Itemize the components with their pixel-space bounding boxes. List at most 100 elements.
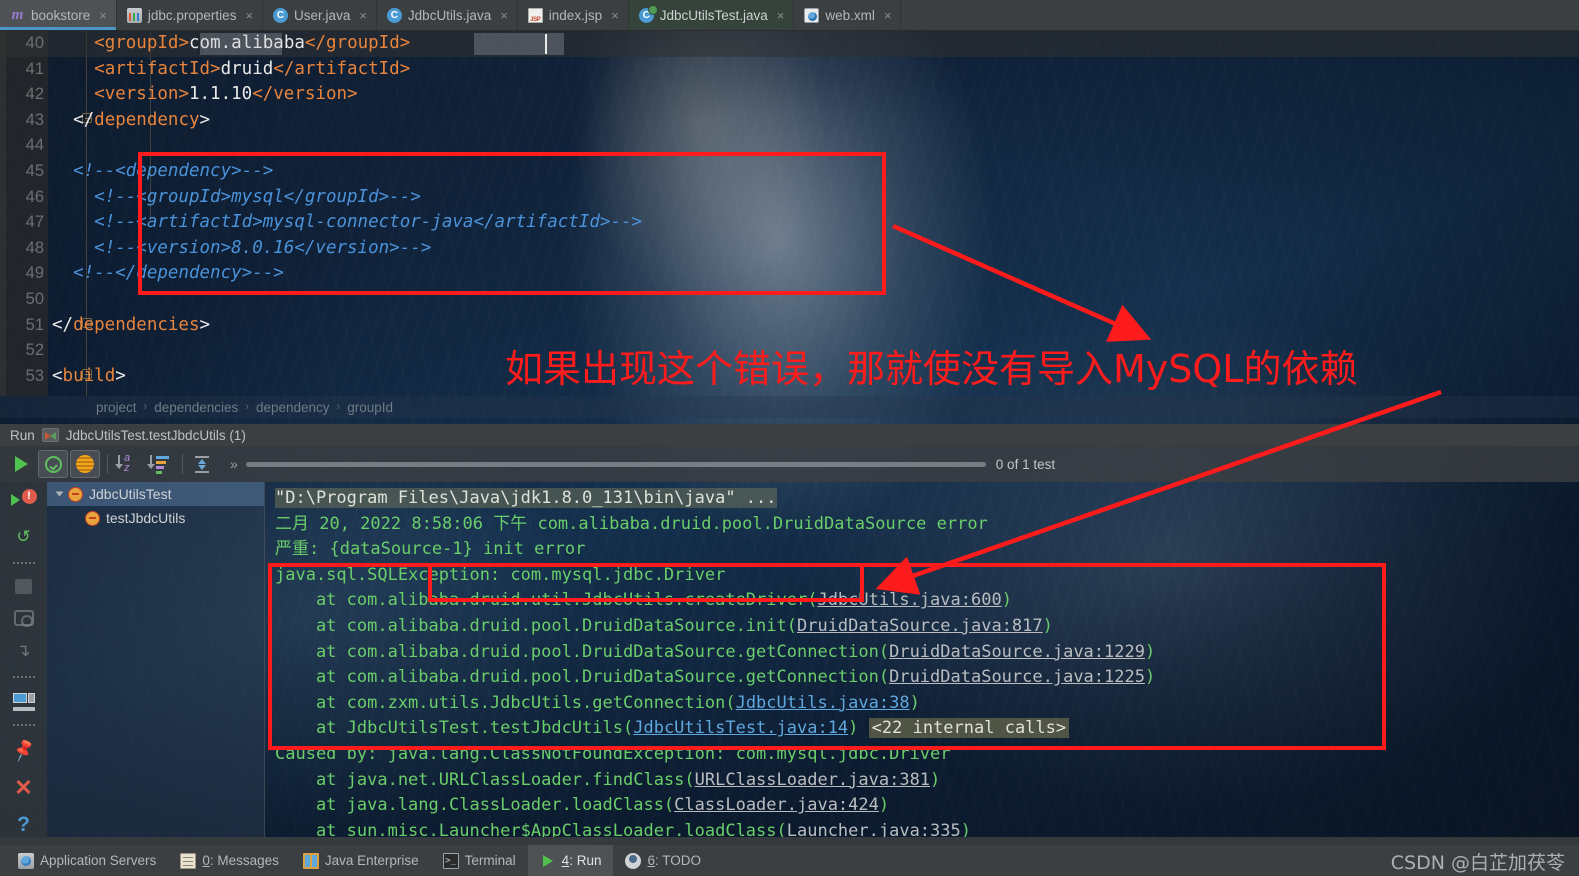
terminal-icon: >_ bbox=[442, 852, 459, 869]
show-passed-toggle[interactable] bbox=[38, 450, 68, 478]
toggle-auto-test-icon[interactable]: ↺ bbox=[11, 525, 37, 549]
more-toolbar-actions-icon[interactable]: » bbox=[230, 456, 238, 472]
test-tree-item[interactable]: testJbdcUtils bbox=[47, 506, 264, 530]
breadcrumb-item[interactable]: groupId bbox=[347, 400, 393, 415]
status-bar-item-label: Application Servers bbox=[40, 853, 156, 868]
check-circle-icon bbox=[44, 455, 62, 473]
rerun-button[interactable] bbox=[6, 450, 36, 478]
editor-tab-jdbc-properties[interactable]: jdbc.properties × bbox=[117, 0, 264, 30]
code-line[interactable]: 42 <version>1.1.10</version> bbox=[0, 82, 1579, 108]
soft-wrap-icon[interactable]: ↴ bbox=[11, 639, 37, 663]
console-line: "D:\Program Files\Java\jdk1.8.0_131\bin\… bbox=[275, 488, 777, 508]
editor-tab-label: web.xml bbox=[825, 7, 875, 23]
editor-tab-label: jdbc.properties bbox=[147, 7, 237, 23]
sort-alphabetically-button[interactable]: az bbox=[113, 450, 143, 478]
test-results-tree[interactable]: JdbcUtilsTest testJbdcUtils bbox=[47, 482, 265, 837]
line-number: 52 bbox=[25, 341, 44, 360]
ignored-tests-icon bbox=[76, 455, 94, 473]
status-bar-item-todo[interactable]: 6: TODO bbox=[613, 845, 713, 876]
code-text: </dependency> bbox=[73, 109, 211, 130]
line-number: 49 bbox=[25, 264, 44, 283]
sort-duration-icon bbox=[147, 454, 171, 474]
console-line: at java.net.URLClassLoader.findClass(URL… bbox=[275, 769, 941, 790]
tool-window-splitter[interactable] bbox=[0, 837, 1579, 845]
line-number: 50 bbox=[25, 289, 44, 308]
status-bar-item-application-servers[interactable]: Application Servers bbox=[6, 845, 168, 876]
run-tool-window-header: Run JdbcUtilsTest.testJbdcUtils (1) bbox=[0, 424, 1579, 446]
breadcrumb-separator: › bbox=[336, 401, 341, 413]
show-ignored-toggle[interactable] bbox=[70, 450, 100, 478]
editor-tab-index-jsp[interactable]: index.jsp × bbox=[518, 0, 629, 30]
run-config-icon[interactable] bbox=[41, 428, 59, 442]
line-number: 51 bbox=[25, 315, 44, 334]
code-text: <version>1.1.10</version> bbox=[94, 84, 358, 105]
code-line[interactable]: 43 </dependency> bbox=[0, 108, 1579, 134]
stacktrace-link[interactable]: ClassLoader.java:424 bbox=[674, 795, 879, 815]
test-failed-icon bbox=[85, 510, 100, 526]
breadcrumb-separator: › bbox=[245, 401, 249, 413]
breadcrumb-item[interactable]: dependency bbox=[256, 400, 330, 415]
close-icon[interactable]: × bbox=[245, 8, 253, 23]
annotation-box-exception-line bbox=[428, 563, 864, 602]
code-line[interactable]: 40 <groupId>com.alibaba</groupId> bbox=[0, 31, 1579, 57]
editor-tab-jdbcutilstest-java[interactable]: C JdbcUtilsTest.java × bbox=[628, 0, 795, 30]
status-bar-item-messages[interactable]: 0: Messages bbox=[168, 845, 291, 876]
status-bar-item-run[interactable]: 4: Run bbox=[527, 845, 614, 876]
close-tool-window-icon[interactable]: ✕ bbox=[11, 776, 37, 800]
todo-icon bbox=[625, 852, 642, 869]
breadcrumb-item[interactable]: dependencies bbox=[154, 400, 238, 415]
run-toolbar: az » 0 of 1 test bbox=[0, 446, 1579, 482]
status-bar-item-label: 6: TODO bbox=[647, 853, 701, 868]
line-number: 53 bbox=[25, 366, 44, 385]
editor-tab-bookstore[interactable]: m bookstore × bbox=[0, 0, 117, 30]
breadcrumb[interactable]: project › dependencies › dependency › groupId bbox=[0, 396, 1579, 418]
run-configuration-name[interactable]: JdbcUtilsTest.testJbdcUtils (1) bbox=[66, 428, 246, 443]
run-icon bbox=[540, 853, 556, 869]
status-bar-item-label: 4: Run bbox=[561, 853, 602, 868]
breadcrumb-separator: › bbox=[143, 401, 148, 413]
editor-tab-web-xml[interactable]: web.xml × bbox=[794, 0, 902, 30]
close-icon[interactable]: × bbox=[359, 8, 367, 23]
status-bar-item-text: Terminal bbox=[464, 853, 516, 868]
editor-tab-jdbcutils-java[interactable]: C JdbcUtils.java × bbox=[377, 0, 518, 30]
breadcrumb-item[interactable]: project bbox=[96, 400, 137, 415]
help-icon[interactable]: ? bbox=[11, 813, 37, 837]
test-tree-item-label: JdbcUtilsTest bbox=[89, 486, 172, 502]
status-bar-item-terminal[interactable]: >_ Terminal bbox=[431, 845, 528, 876]
sort-alpha-icon: az bbox=[115, 453, 139, 474]
stacktrace-link[interactable]: Launcher.java:335 bbox=[787, 821, 961, 837]
stacktrace-link[interactable]: URLClassLoader.java:381 bbox=[695, 770, 930, 790]
export-snapshot-icon[interactable] bbox=[13, 610, 34, 627]
editor-tab-label: User.java bbox=[294, 7, 351, 23]
close-icon[interactable]: × bbox=[500, 8, 508, 23]
close-icon[interactable]: × bbox=[777, 8, 785, 23]
console-line: at java.lang.ClassLoader.loadClass(Class… bbox=[275, 795, 890, 816]
editor-tab-user-java[interactable]: C User.java × bbox=[263, 0, 377, 30]
pin-tab-icon[interactable]: 📌 bbox=[7, 735, 40, 766]
maven-m-icon: m bbox=[11, 6, 24, 23]
editor-tab-label: index.jsp bbox=[548, 7, 603, 23]
code-text: </dependencies> bbox=[52, 314, 211, 335]
java-enterprise-icon bbox=[302, 852, 319, 869]
status-bar-item-java-enterprise[interactable]: Java Enterprise bbox=[291, 845, 431, 876]
sort-by-duration-button[interactable] bbox=[145, 450, 175, 478]
close-icon[interactable]: × bbox=[884, 8, 892, 23]
code-line[interactable]: 41 <artifactId>druid</artifactId> bbox=[0, 57, 1579, 83]
chevron-down-icon[interactable] bbox=[55, 491, 64, 497]
close-icon[interactable]: × bbox=[611, 8, 619, 23]
rerun-failed-tests-icon[interactable]: ! bbox=[10, 488, 37, 512]
expand-collapse-button[interactable] bbox=[188, 450, 218, 478]
test-tree-item[interactable]: JdbcUtilsTest bbox=[47, 482, 264, 506]
line-number: 48 bbox=[25, 238, 44, 257]
xml-file-icon bbox=[804, 7, 820, 23]
code-line[interactable]: 51 </dependencies> bbox=[0, 313, 1579, 339]
layout-settings-icon[interactable] bbox=[12, 693, 35, 711]
java-class-icon: C bbox=[273, 7, 289, 23]
close-icon[interactable]: × bbox=[99, 8, 107, 23]
stop-process-icon[interactable] bbox=[15, 579, 32, 594]
idea-window: m bookstore × jdbc.properties × C User.java × C J… bbox=[0, 0, 1579, 876]
editor-tab-label: JdbcUtilsTest.java bbox=[659, 7, 768, 23]
play-icon bbox=[14, 456, 28, 472]
test-failed-icon bbox=[68, 486, 83, 502]
code-text: <build> bbox=[52, 365, 126, 386]
